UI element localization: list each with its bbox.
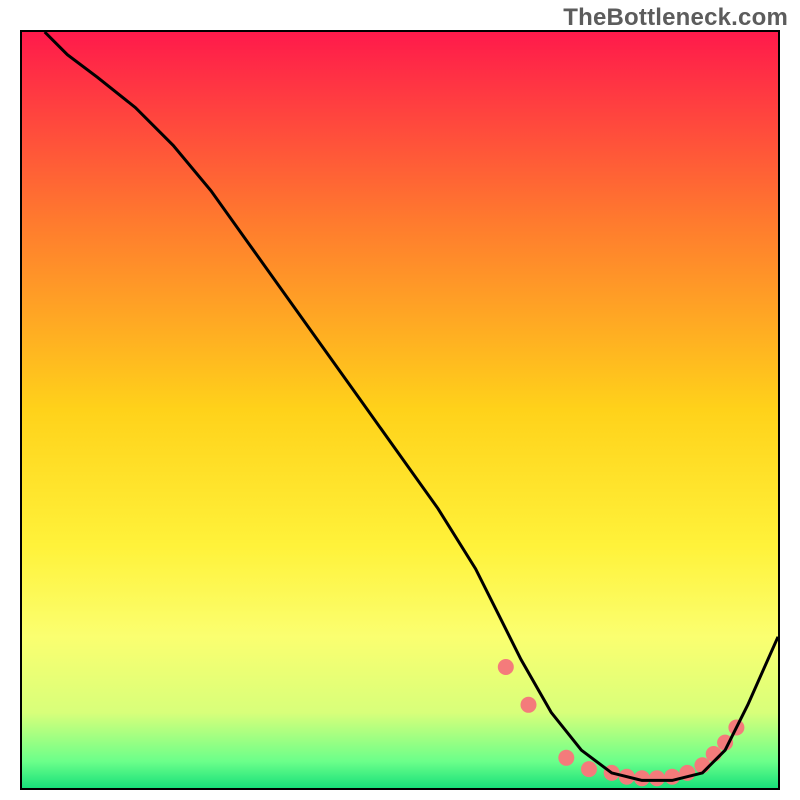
bottleneck-curve <box>45 32 778 780</box>
data-dot <box>664 769 680 785</box>
data-dot <box>649 770 665 786</box>
data-dot <box>498 659 514 675</box>
data-dot <box>581 761 597 777</box>
data-dot <box>521 697 537 713</box>
chart-container: TheBottleneck.com <box>0 0 800 800</box>
watermark-text: TheBottleneck.com <box>563 4 788 32</box>
chart-svg <box>22 32 778 788</box>
data-dot <box>558 750 574 766</box>
